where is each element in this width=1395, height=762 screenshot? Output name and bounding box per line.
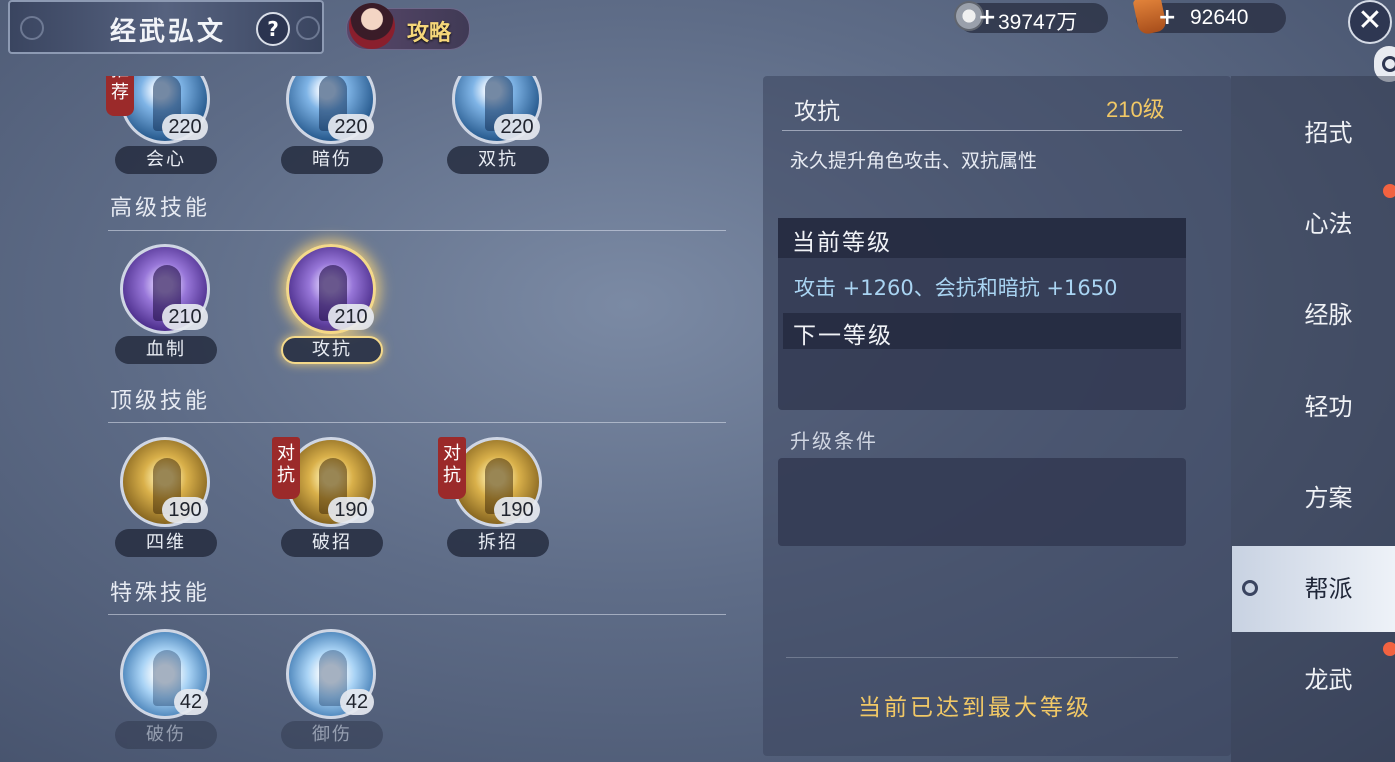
skill-level: 220: [494, 114, 540, 140]
section-title-special: 特殊技能: [110, 581, 211, 606]
page-title: 经武弘文: [110, 17, 227, 47]
add-silver-icon[interactable]: +: [978, 5, 996, 30]
skill-level: 190: [162, 497, 208, 523]
section-title-top: 顶级技能: [110, 389, 211, 414]
selected-tab-icon: [1242, 580, 1258, 596]
skill-name: 破伤: [115, 721, 217, 749]
notification-dot: [1383, 642, 1395, 656]
skill-shuangkang[interactable]: 220 双抗: [442, 76, 552, 174]
recommend-badge: 推荐: [106, 76, 134, 116]
divider: [108, 422, 726, 423]
tab-fangan[interactable]: 方案: [1232, 455, 1395, 541]
divider: [108, 230, 726, 231]
pvp-badge: 对抗: [272, 437, 300, 499]
character-avatar: [349, 3, 395, 49]
skill-level: 42: [174, 689, 208, 715]
tab-bangpai[interactable]: 帮派: [1232, 546, 1395, 632]
skill-name: 暗伤: [281, 146, 383, 174]
skill-row-top: 推荐 220 会心 220 暗伤 220 双抗: [0, 76, 740, 176]
skill-level: 220: [328, 114, 374, 140]
current-level-header: 当前等级: [778, 218, 1186, 258]
skill-level: 220: [162, 114, 208, 140]
skill-name: 四维: [115, 529, 217, 557]
next-level-header: 下一等级: [783, 313, 1181, 349]
skill-gongkang[interactable]: 210 攻抗: [276, 244, 386, 364]
detail-skill-name: 攻抗: [794, 99, 840, 125]
skill-siwei[interactable]: 190 四维: [110, 437, 220, 557]
requirements-label: 升级条件: [790, 429, 878, 453]
notification-dot: [1383, 184, 1395, 198]
skill-level: 210: [162, 304, 208, 330]
skill-chaizhao[interactable]: 对抗 190 拆招: [438, 437, 552, 557]
skill-name: 血制: [115, 336, 217, 364]
tab-longwu[interactable]: 龙武: [1232, 637, 1395, 723]
title-bar: 经武弘文 ?: [8, 0, 324, 54]
divider: [108, 614, 726, 615]
guide-button[interactable]: 攻略: [346, 3, 470, 50]
section-title-advanced: 高级技能: [110, 196, 211, 221]
token-currency: + 92640: [1132, 0, 1286, 36]
skill-level: 210: [328, 304, 374, 330]
skill-poshang[interactable]: 42 破伤: [110, 629, 220, 749]
detail-description: 永久提升角色攻击、双抗属性: [790, 150, 1038, 172]
detail-skill-level: 210级: [1106, 97, 1165, 122]
skill-pozhao[interactable]: 对抗 190 破招: [272, 437, 386, 557]
skill-name: 御伤: [281, 721, 383, 749]
silver-value: 39747万: [998, 11, 1078, 34]
token-value: 92640: [1190, 6, 1249, 29]
current-level-label: 当前等级: [792, 230, 892, 256]
ornament-icon: [20, 16, 44, 40]
skill-name: 会心: [115, 146, 217, 174]
requirements-box: [778, 458, 1186, 546]
skill-name: 拆招: [447, 529, 549, 557]
divider: [786, 657, 1178, 658]
divider: [782, 130, 1182, 131]
skill-huixin[interactable]: 推荐 220 会心: [106, 76, 220, 174]
skill-anshang[interactable]: 220 暗伤: [276, 76, 386, 174]
help-button[interactable]: ?: [256, 12, 290, 46]
max-level-notice: 当前已达到最大等级: [858, 695, 1092, 721]
next-level-label: 下一等级: [793, 323, 893, 349]
skill-level: 42: [340, 689, 374, 715]
tab-bangpai-label: 帮派: [1304, 575, 1353, 603]
skill-level: 190: [494, 497, 540, 523]
skill-level: 190: [328, 497, 374, 523]
tab-qinggong[interactable]: 轻功: [1232, 364, 1395, 450]
skill-name: 攻抗: [281, 336, 383, 364]
close-button[interactable]: ✕: [1348, 0, 1392, 44]
skill-name: 双抗: [447, 146, 549, 174]
skill-xuezhi[interactable]: 210 血制: [110, 244, 220, 364]
skill-yushang[interactable]: 42 御伤: [276, 629, 386, 749]
ornament-icon: [296, 16, 320, 40]
skill-name: 破招: [281, 529, 383, 557]
add-token-icon[interactable]: +: [1158, 5, 1176, 30]
current-level-stat: 攻击 +1260、会抗和暗抗 +1650: [794, 276, 1118, 300]
tab-zhaoshi[interactable]: 招式: [1232, 90, 1395, 176]
detail-panel: [763, 76, 1231, 756]
pvp-badge: 对抗: [438, 437, 466, 499]
tab-xinfa[interactable]: 心法: [1232, 181, 1395, 267]
silver-currency: + 39747万: [954, 1, 1108, 34]
tab-jingmai[interactable]: 经脉: [1232, 272, 1395, 358]
guide-label: 攻略: [407, 20, 452, 46]
